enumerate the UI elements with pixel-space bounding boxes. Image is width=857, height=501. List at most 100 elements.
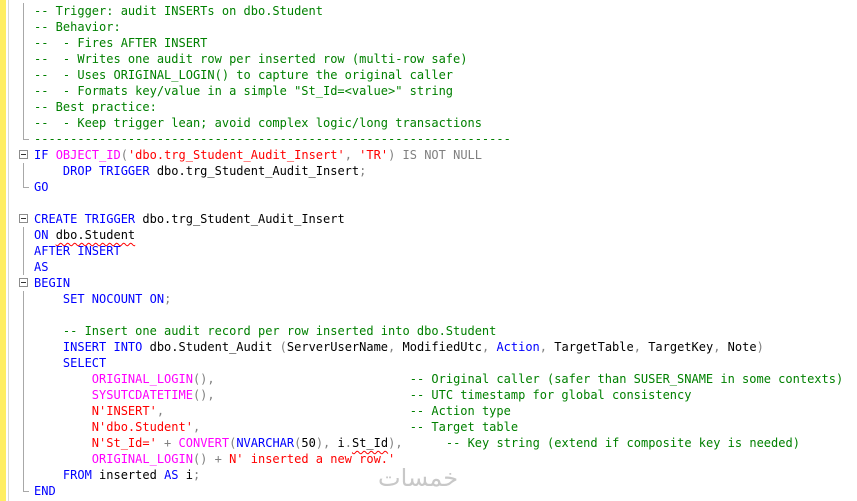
code-token: -- Behavior: [34,20,121,34]
code-line[interactable]: SYSUTCDATETIME(), -- UTC timestamp for g… [9,387,857,403]
code-line[interactable]: -- Behavior: [9,19,857,35]
code-line[interactable]: AFTER INSERT [9,243,857,259]
outline-guide [23,387,24,403]
code-line[interactable]: -- Trigger: audit INSERTs on dbo.Student [9,3,857,19]
code-token: BEGIN [34,276,71,290]
collapse-region-icon[interactable] [19,150,28,159]
code-token: INSERT INTO [62,340,150,354]
code-token: CREATE TRIGGER [34,212,143,226]
code-token: i [337,436,345,450]
code-token: Action [496,340,540,354]
code-line[interactable]: -- Best practice: [9,99,857,115]
code-token: AS [34,260,49,274]
code-token: ServerUserName [286,340,389,354]
code-line[interactable]: DROP TRIGGER dbo.trg_Student_Audit_Inser… [9,163,857,179]
code-token: ), [315,436,338,450]
code-line[interactable]: SELECT [9,355,857,371]
code-line[interactable]: N'dbo.Student', -- Target table [9,419,857,435]
code-line[interactable]: -- - Uses ORIGINAL_LOGIN() to capture th… [9,67,857,83]
outline-guide [23,339,24,355]
collapse-region-icon[interactable] [19,214,28,223]
sql-code-editor[interactable]: -- Trigger: audit INSERTs on dbo.Student… [9,3,857,499]
code-line[interactable]: -- - Formats key/value in a simple "St_I… [9,83,857,99]
code-line[interactable]: BEGIN [9,275,857,291]
code-line[interactable]: -- - Keep trigger lean; avoid complex lo… [9,115,857,131]
code-token: , [344,148,360,162]
code-token: dbo.Student [55,228,136,242]
outline-guide [23,19,24,35]
code-token: -- UTC timestamp for global consistency [409,388,692,402]
code-token: , [633,340,649,354]
code-line[interactable]: -- - Fires AFTER INSERT [9,35,857,51]
code-token: -- - Formats key/value in a simple "St_I… [34,84,454,98]
outline-guide [23,371,24,387]
outline-guide [23,131,24,139]
code-token: -- Trigger: audit INSERTs on dbo.Student [34,4,323,18]
code-token: 'dbo.trg_Student_Audit_Insert' [127,148,345,162]
code-token: ) [388,148,403,162]
code-line[interactable]: -- - Writes one audit row per inserted r… [9,51,857,67]
code-line[interactable] [9,195,857,211]
code-token: SYSUTCDATETIME [91,388,193,402]
outline-guide [23,3,24,19]
code-token: -- Best practice: [34,100,157,114]
code-token: i [185,468,193,482]
code-token: N'INSERT' [91,404,157,418]
code-token: -- Original caller (safer than SUSER_SNA… [409,372,844,386]
code-token: CONVERT [178,436,230,450]
code-line[interactable] [9,307,857,323]
outline-guide [23,403,24,419]
watermark-logo: خمسات [378,464,459,492]
outline-guide [23,307,24,323]
code-token: dbo.trg_Student_Audit_Insert [156,164,360,178]
code-line[interactable]: N'INSERT', -- Action type [9,403,857,419]
outline-guide [23,259,24,275]
code-token: ), [388,436,403,450]
code-token: IF [34,148,56,162]
code-token: N' inserted a new row.' [229,452,396,466]
code-token: IS NOT NULL [402,148,482,162]
code-token: dbo.Student_Audit [149,340,280,354]
code-token: -- - Keep trigger lean; avoid complex lo… [34,116,482,130]
code-line[interactable]: ON dbo.Student [9,227,857,243]
code-line[interactable]: CREATE TRIGGER dbo.trg_Student_Audit_Ins… [9,211,857,227]
code-token: , [481,340,497,354]
code-token: DROP TRIGGER [62,164,157,178]
code-line[interactable]: SET NOCOUNT ON; [9,291,857,307]
code-token: 50 [301,436,316,450]
outline-guide [23,35,24,51]
code-line[interactable]: ORIGINAL_LOGIN(), -- Original caller (sa… [9,371,857,387]
code-token: + [156,436,179,450]
code-token: FROM [62,468,100,482]
code-token: -- Action type [409,404,511,418]
code-token: NVARCHAR [236,436,295,450]
code-token: , [388,340,403,354]
code-line[interactable]: GO [9,179,857,195]
code-token: -- Insert one audit record per row inser… [62,324,497,338]
outline-guide [23,83,24,99]
outline-guide [23,435,24,451]
code-line[interactable]: INSERT INTO dbo.Student_Audit (ServerUse… [9,339,857,355]
collapse-region-icon[interactable] [19,278,28,287]
outline-guide [23,179,24,187]
code-line[interactable]: ----------------------------------------… [9,131,857,147]
code-line[interactable]: AS [9,259,857,275]
code-line[interactable]: N'St_Id=' + CONVERT(NVARCHAR(50), i.St_I… [9,435,857,451]
outline-guide [23,163,24,179]
code-line[interactable]: IF OBJECT_ID('dbo.trg_Student_Audit_Inse… [9,147,857,163]
outline-guide [23,467,24,483]
code-token: ; [192,468,201,482]
code-line[interactable]: -- Insert one audit record per row inser… [9,323,857,339]
